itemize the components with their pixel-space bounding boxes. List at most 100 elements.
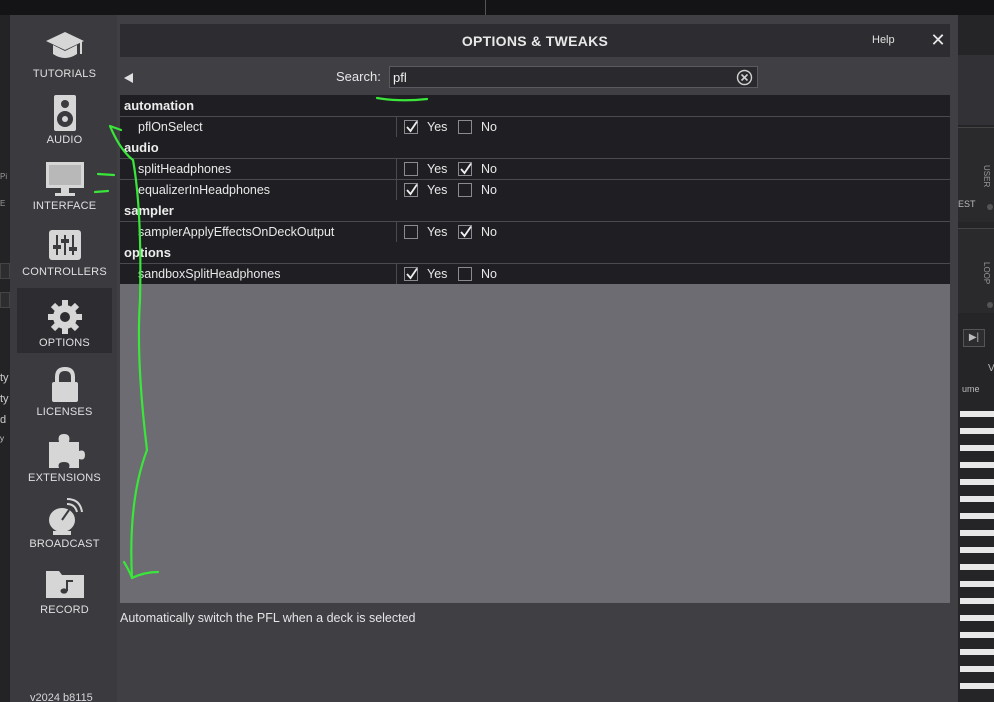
no-checkbox[interactable]	[458, 267, 472, 281]
no-checkbox[interactable]	[458, 183, 472, 197]
dialog-title: OPTIONS & TWEAKS	[461, 33, 609, 49]
no-checkbox[interactable]	[458, 120, 472, 134]
no-label: No	[481, 120, 497, 134]
sidebar-item-controllers[interactable]: CONTROLLERS	[17, 216, 112, 281]
puzzle-icon	[45, 434, 85, 468]
sidebar-item-label: INTERFACE	[32, 200, 97, 212]
option-name: equalizerInHeadphones	[138, 183, 271, 197]
no-label: No	[481, 162, 497, 176]
background-app-left	[0, 15, 10, 702]
sidebar-item-label: EXTENSIONS	[28, 472, 101, 484]
yes-checkbox[interactable]	[404, 225, 418, 239]
background-knob	[987, 204, 993, 210]
speaker-icon	[45, 95, 85, 131]
back-arrow-icon[interactable]	[123, 71, 135, 83]
yes-label: Yes	[427, 120, 448, 134]
gear-icon	[45, 300, 85, 334]
background-left-fragment: E	[0, 199, 6, 208]
column-divider	[396, 222, 397, 242]
sidebar-item-tutorials[interactable]: TUTORIALS	[17, 18, 112, 83]
monitor-icon	[45, 162, 85, 196]
background-list-stripe	[960, 564, 994, 570]
clear-search-icon[interactable]	[736, 69, 753, 86]
background-list-stripe	[960, 513, 994, 519]
sidebar-item-label: OPTIONS	[39, 337, 90, 349]
background-user-label: USER	[982, 165, 991, 188]
background-list-stripe	[960, 462, 994, 468]
mixer-sliders-icon	[45, 228, 85, 262]
option-row-samplerapplyeffectsondeckoutput: samplerApplyEffectsOnDeckOutput Yes No	[120, 221, 950, 242]
option-name: sandboxSplitHeadphones	[138, 267, 281, 281]
background-list-stripe	[960, 683, 994, 689]
option-description: Automatically switch the PFL when a deck…	[120, 611, 416, 625]
option-row-splitheadphones: splitHeadphones Yes No	[120, 158, 950, 179]
background-left-button	[0, 292, 10, 308]
checkmark-icon	[406, 267, 418, 280]
sidebar-item-audio[interactable]: AUDIO	[17, 84, 112, 149]
sidebar-item-broadcast[interactable]: BROADCAST	[17, 488, 112, 553]
sidebar: TUTORIALS AUDIO INTERFACE CONTROLLERS OP…	[10, 15, 117, 702]
background-divider	[485, 0, 486, 15]
option-row-sandboxsplitheadphones: sandboxSplitHeadphones Yes No	[120, 263, 950, 284]
group-header-sampler: sampler	[120, 200, 950, 221]
sidebar-item-label: AUDIO	[46, 134, 83, 146]
no-label: No	[481, 267, 497, 281]
yes-checkbox[interactable]	[404, 267, 418, 281]
column-divider	[396, 264, 397, 284]
option-row-equalizerinheadphones: equalizerInHeadphones Yes No	[120, 179, 950, 200]
option-name: samplerApplyEffectsOnDeckOutput	[138, 225, 335, 239]
sidebar-item-options[interactable]: OPTIONS	[17, 288, 112, 353]
title-bar: OPTIONS & TWEAKS Help ✕	[120, 24, 950, 57]
group-header-automation: automation	[120, 95, 950, 116]
background-list-stripe	[960, 496, 994, 502]
background-left-fragment: Pi	[0, 172, 8, 181]
no-label: No	[481, 183, 497, 197]
yes-label: Yes	[427, 225, 448, 239]
music-folder-icon	[45, 566, 85, 600]
background-v-label: V	[988, 363, 994, 374]
background-left-fragment: ty	[0, 372, 9, 384]
background-list-stripe	[960, 547, 994, 553]
yes-checkbox[interactable]	[404, 183, 418, 197]
background-left-button	[0, 263, 10, 279]
background-left-fragment: d	[0, 414, 7, 426]
search-input[interactable]	[390, 67, 730, 87]
sidebar-item-label: LICENSES	[36, 406, 93, 418]
sidebar-item-label: CONTROLLERS	[22, 266, 107, 278]
close-icon: ✕	[930, 30, 946, 50]
yes-checkbox[interactable]	[404, 162, 418, 176]
column-divider	[396, 180, 397, 200]
options-dialog: TUTORIALS AUDIO INTERFACE CONTROLLERS OP…	[10, 15, 958, 702]
background-volume-label: ume	[962, 384, 980, 394]
graduation-cap-icon	[45, 30, 85, 64]
checkmark-icon	[406, 120, 418, 133]
background-est-label: EST	[958, 199, 976, 209]
background-knob	[987, 302, 993, 308]
yes-checkbox[interactable]	[404, 120, 418, 134]
sidebar-item-record[interactable]: RECORD	[17, 554, 112, 619]
options-list: automation pflOnSelect Yes No audio spli…	[120, 95, 950, 603]
no-checkbox[interactable]	[458, 162, 472, 176]
yes-label: Yes	[427, 162, 448, 176]
sidebar-item-interface[interactable]: INTERFACE	[17, 150, 112, 215]
option-name: splitHeadphones	[138, 162, 232, 176]
close-button[interactable]: ✕	[928, 29, 948, 51]
help-link[interactable]: Help	[872, 34, 895, 46]
background-right-block	[958, 55, 994, 125]
satellite-dish-icon	[45, 498, 85, 535]
lock-icon	[45, 367, 85, 402]
no-checkbox[interactable]	[458, 225, 472, 239]
no-label: No	[481, 225, 497, 239]
sidebar-item-extensions[interactable]: EXTENSIONS	[17, 422, 112, 487]
background-left-fragment: ty	[0, 393, 9, 405]
background-list-stripe	[960, 411, 994, 417]
group-header-audio: audio	[120, 137, 950, 158]
search-label: Search:	[336, 69, 381, 84]
background-list-stripe	[960, 530, 994, 536]
column-divider	[396, 159, 397, 179]
background-list-stripe	[960, 615, 994, 621]
sidebar-item-licenses[interactable]: LICENSES	[17, 356, 112, 421]
background-app-top	[0, 0, 994, 15]
sidebar-item-label: BROADCAST	[29, 538, 100, 550]
background-list-stripe	[960, 581, 994, 587]
